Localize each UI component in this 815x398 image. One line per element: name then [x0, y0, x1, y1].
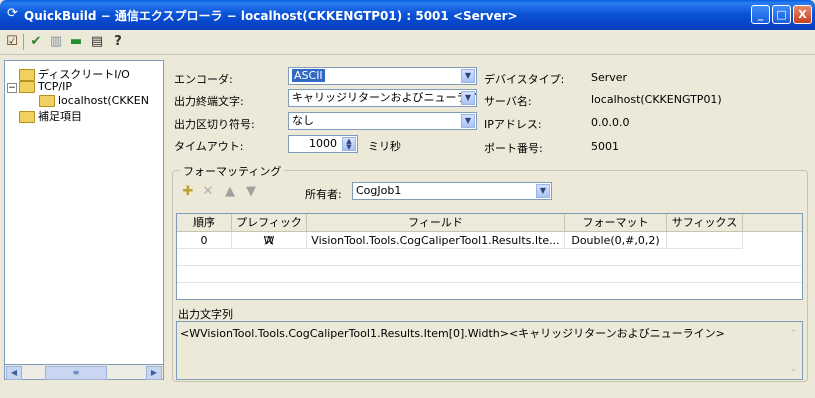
column-header-filler — [743, 214, 802, 232]
timeout-value: 1000 — [309, 137, 337, 150]
timeout-label: タイムアウト: — [174, 140, 244, 153]
encoder-label: エンコーダ: — [174, 73, 233, 86]
output-string-value: <WVisionTool.Tools.CogCaliperTool1.Resul… — [180, 327, 725, 340]
check-icon[interactable]: ✔ — [27, 33, 45, 51]
help-icon[interactable]: ? — [109, 33, 127, 51]
toolbar-separator — [23, 34, 24, 50]
column-header-order[interactable]: 順序 — [177, 214, 232, 232]
list-icon[interactable]: ▤ — [88, 33, 106, 51]
maximize-button[interactable]: □ — [772, 5, 791, 24]
port-value: 5001 — [591, 140, 619, 153]
scroll-thumb[interactable]: ≡ — [45, 366, 107, 380]
monitor-icon[interactable]: ▬ — [67, 33, 85, 51]
cell-order[interactable]: 0 — [177, 232, 232, 249]
column-header-prefix[interactable]: プレフィックス — [232, 214, 307, 247]
terminator-value: キャリッジリターンおよびニューライン — [292, 91, 477, 104]
ip-value: 0.0.0.0 — [591, 116, 630, 129]
empty-row — [177, 249, 802, 266]
owner-value: CogJob1 — [356, 184, 402, 197]
folder-icon — [39, 95, 55, 107]
cell-suffix[interactable] — [667, 232, 743, 249]
empty-row — [177, 266, 802, 283]
cell-prefix[interactable]: W — [232, 232, 307, 249]
folder-icon — [19, 81, 35, 93]
delimiter-label: 出力区切り符号: — [174, 118, 255, 131]
formatting-title: フォーマッティング — [180, 163, 285, 179]
close-button[interactable]: X — [793, 5, 812, 24]
tree-item-localhost[interactable]: localhost(CKKEN — [39, 94, 149, 107]
ip-label: IPアドレス: — [484, 118, 542, 131]
output-string-box[interactable]: <WVisionTool.Tools.CogCaliperTool1.Resul… — [176, 321, 803, 380]
encoder-value: ASCII — [292, 69, 325, 82]
scroll-down-icon[interactable]: ⌄ — [786, 362, 801, 377]
owner-select[interactable]: CogJob1 ▼ — [352, 182, 552, 200]
tree-panel: ディスクリートI/O − TCP/IP localhost(CKKEN 補足項目 — [4, 60, 164, 380]
add-row-icon[interactable]: ✚ — [179, 183, 197, 201]
dropdown-arrow-icon[interactable]: ▼ — [461, 114, 475, 128]
formatting-table: 順序 プレフィックス フィールド フォーマット サフィックス 0 W Visio… — [176, 213, 803, 300]
timeout-spinner[interactable]: 1000 ▲ ▼ — [288, 135, 358, 153]
scroll-right-icon[interactable]: ▶ — [146, 366, 162, 380]
delimiter-select[interactable]: なし ▼ — [288, 112, 477, 130]
spinner-arrows-icon[interactable]: ▲ ▼ — [342, 137, 356, 151]
scroll-up-icon[interactable]: ⌃ — [786, 327, 801, 342]
tree-item-label: TCP/IP — [38, 80, 72, 93]
connect-icon[interactable]: ☑ — [3, 33, 21, 51]
server-name-value: localhost(CKKENGTP01) — [591, 93, 722, 106]
dropdown-arrow-icon[interactable]: ▼ — [461, 91, 475, 105]
server-name-label: サーバ名: — [484, 95, 532, 108]
scroll-left-icon[interactable]: ◀ — [6, 366, 22, 380]
move-up-icon[interactable]: ▲ — [221, 183, 239, 201]
cell-format[interactable]: Double(0,#,0,2) — [565, 232, 667, 249]
tree-horizontal-scrollbar[interactable]: ◀ ≡ ▶ — [4, 364, 164, 380]
cell-field[interactable]: VisionTool.Tools.CogCaliperTool1.Results… — [307, 232, 565, 249]
dropdown-arrow-icon[interactable]: ▼ — [536, 184, 550, 198]
column-header-field[interactable]: フィールド — [307, 214, 565, 232]
delimiter-value: なし — [292, 114, 314, 127]
timeout-unit: ミリ秒 — [368, 140, 401, 153]
empty-row — [177, 283, 802, 299]
owner-label: 所有者: — [305, 188, 342, 201]
column-header-suffix[interactable]: サフィックス — [667, 214, 743, 232]
window-title: QuickBuild − 通信エクスプローラ − localhost(CKKEN… — [24, 9, 518, 23]
dropdown-arrow-icon[interactable]: ▼ — [461, 69, 475, 83]
delete-row-icon[interactable]: ✕ — [199, 183, 217, 201]
port-label: ポート番号: — [484, 142, 543, 155]
tree-item-label: localhost(CKKEN — [58, 94, 149, 107]
folder-icon — [19, 111, 35, 123]
tree-item-supplement[interactable]: 補足項目 — [19, 108, 82, 124]
minimize-button[interactable]: _ — [751, 5, 770, 24]
tree-item-tcpip[interactable]: TCP/IP — [19, 80, 72, 93]
device-type-value: Server — [591, 71, 628, 84]
terminator-label: 出力終端文字: — [174, 95, 244, 108]
tree-item-label: 補足項目 — [38, 110, 82, 123]
column-header-format[interactable]: フォーマット — [565, 214, 667, 232]
output-label: 出力文字列 — [178, 308, 233, 321]
disconnect-icon[interactable]: ▥ — [47, 33, 65, 51]
terminator-select[interactable]: キャリッジリターンおよびニューライン ▼ — [288, 89, 477, 107]
app-icon: ⟳ — [7, 6, 18, 21]
device-type-label: デバイスタイプ: — [484, 73, 565, 86]
move-down-icon[interactable]: ▼ — [242, 183, 260, 201]
encoder-select[interactable]: ASCII ▼ — [288, 67, 477, 85]
collapse-icon[interactable]: − — [7, 83, 17, 93]
